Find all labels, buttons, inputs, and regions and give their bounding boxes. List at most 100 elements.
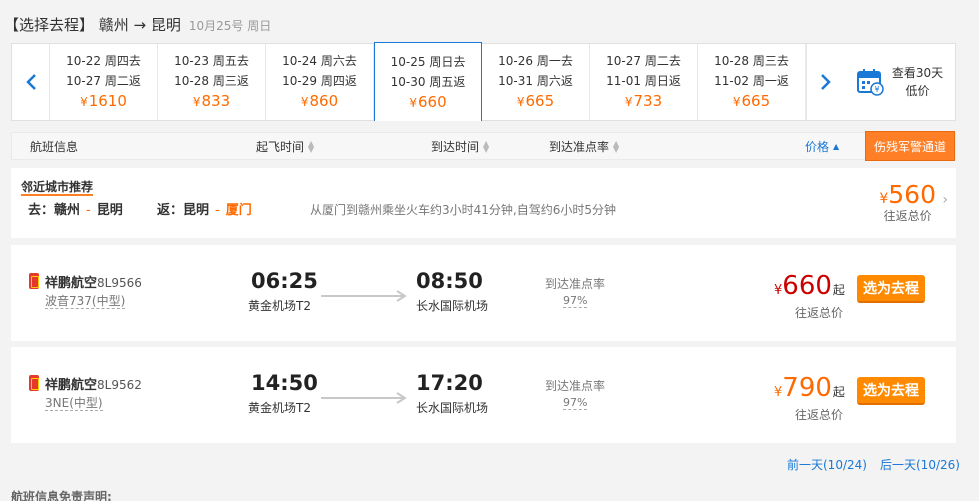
view-30-days-label: 查看30天 低价 bbox=[892, 64, 943, 100]
date-price: ¥860 bbox=[266, 91, 373, 112]
airline-logo-icon bbox=[29, 273, 39, 289]
flight-price: ¥660起 bbox=[774, 271, 845, 301]
airline-name: 祥鹏航空8L9566 bbox=[45, 272, 142, 291]
date-option[interactable]: 10-27 周二去 11-01 周日返 ¥733 bbox=[590, 44, 698, 120]
page-header: 【选择去程】 赣州 → 昆明 10月25号 周日 bbox=[4, 14, 271, 38]
date-price-value: 833 bbox=[201, 92, 231, 110]
recommend-route: 去：赣州 - 昆明 返：昆明 - 厦门 bbox=[28, 199, 252, 218]
go-from: 赣州 bbox=[54, 203, 81, 218]
price-from-label: 起 bbox=[832, 385, 845, 399]
date-price: ¥1610 bbox=[50, 91, 157, 112]
route-dash: - bbox=[86, 203, 91, 218]
date-price-value: 665 bbox=[741, 92, 771, 110]
flight-price-value: 660 bbox=[782, 271, 832, 301]
recommend-title: 邻近城市推荐 bbox=[21, 180, 94, 196]
recommend-note: 从厦门到赣州乘坐火车约3小时41分钟,自驾约6小时5分钟 bbox=[310, 203, 616, 217]
date-selector-bar: 10-22 周四去 10-27 周二返 ¥1610 10-23 周五去 10-2… bbox=[11, 42, 956, 121]
date-go: 10-27 周二去 bbox=[606, 54, 681, 68]
sort-arrive-label: 到达时间 bbox=[431, 139, 480, 154]
date-price-value: 1610 bbox=[88, 92, 127, 110]
date-go: 10-23 周五去 bbox=[174, 54, 249, 68]
ontime-value[interactable]: 97% bbox=[563, 396, 587, 410]
depart-time: 14:50 bbox=[251, 371, 318, 395]
date-back: 10-30 周五返 bbox=[390, 75, 466, 89]
date-go: 10-28 周三去 bbox=[714, 54, 789, 68]
date-back: 10-29 周四返 bbox=[282, 74, 357, 88]
date-option[interactable]: 10-24 周六去 10-29 周四返 ¥860 bbox=[266, 44, 374, 120]
date-price: ¥833 bbox=[158, 91, 265, 112]
date-option[interactable]: 10-26 周一去 10-31 周六返 ¥665 bbox=[482, 44, 590, 120]
select-outbound-button[interactable]: 选为去程 bbox=[857, 377, 925, 405]
next-day-link[interactable]: 后一天(10/26) bbox=[880, 456, 960, 473]
flight-code: 8L9562 bbox=[97, 378, 142, 392]
yen-symbol: ¥ bbox=[624, 95, 633, 109]
date-go: 10-24 周六去 bbox=[282, 54, 357, 68]
depart-airport: 黄金机场T2 bbox=[248, 401, 311, 415]
date-back: 10-31 周六返 bbox=[498, 74, 573, 88]
flight-price-sub: 往返总价 bbox=[795, 306, 844, 320]
ontime-label: 到达准点率 bbox=[545, 379, 606, 393]
date-prev-button[interactable] bbox=[12, 44, 50, 120]
nearby-city-recommend[interactable]: 邻近城市推荐 去：赣州 - 昆明 返：昆明 - 厦门 从厦门到赣州乘坐火车约3小时41分… bbox=[11, 168, 956, 238]
ontime-value[interactable]: 97% bbox=[563, 294, 587, 308]
sort-caret-icon: ▲ ▼ bbox=[483, 139, 490, 154]
date-price-value: 660 bbox=[418, 93, 447, 111]
depart-time: 06:25 bbox=[251, 269, 318, 293]
date-price-value: 860 bbox=[309, 92, 339, 110]
airline-logo-icon bbox=[29, 375, 39, 391]
recommend-price-value: 560 bbox=[888, 180, 936, 209]
flight-row: 祥鹏航空8L9562 3NE(中型) 14:50 黄金机场T2 17:20 长水… bbox=[11, 347, 956, 443]
calendar-icon: ¥ bbox=[856, 69, 884, 96]
sort-ontime-rate[interactable]: 到达准点率 ▲ ▼ bbox=[549, 138, 619, 155]
view-30-days-line1: 查看30天 bbox=[891, 66, 944, 80]
military-police-channel-button[interactable]: 伤残军警通道 bbox=[864, 131, 955, 161]
flight-row: 祥鹏航空8L9566 波音737(中型) 06:25 黄金机场T2 08:50 … bbox=[11, 245, 956, 341]
flight-price-sub: 往返总价 bbox=[795, 408, 844, 422]
airline-label: 祥鹏航空 bbox=[45, 276, 98, 291]
sort-caret-icon: ▲ ▼ bbox=[613, 139, 620, 154]
disclaimer-title: 航班信息免责声明: bbox=[11, 490, 112, 501]
yen-symbol: ¥ bbox=[516, 95, 525, 109]
date-option[interactable]: 10-28 周三去 11-02 周一返 ¥665 bbox=[698, 44, 806, 120]
selected-date: 10月25号 周日 bbox=[188, 19, 272, 33]
yen-symbol: ¥ bbox=[300, 95, 309, 109]
view-30-days-button[interactable]: ¥ 查看30天 低价 bbox=[844, 44, 955, 120]
flight-arrow-icon bbox=[321, 290, 407, 302]
yen-symbol: ¥ bbox=[409, 96, 417, 110]
date-go: 10-22 周四去 bbox=[66, 54, 141, 68]
yen-symbol: ¥ bbox=[192, 95, 201, 109]
yen-symbol: ¥ bbox=[879, 191, 889, 207]
date-price-value: 665 bbox=[525, 92, 555, 110]
date-option-selected[interactable]: 10-25 周日去 10-30 周五返 ¥660 bbox=[374, 42, 482, 121]
ontime-label: 到达准点率 bbox=[545, 277, 606, 291]
plane-type[interactable]: 3NE(中型) bbox=[45, 396, 103, 411]
flight-price: ¥790起 bbox=[774, 373, 845, 403]
sort-price[interactable]: 价格 ▲ bbox=[805, 138, 839, 155]
sort-depart-label: 起飞时间 bbox=[256, 139, 305, 154]
sort-depart-time[interactable]: 起飞时间 ▲ ▼ bbox=[256, 138, 314, 155]
date-option[interactable]: 10-22 周四去 10-27 周二返 ¥1610 bbox=[50, 44, 158, 120]
go-to: 昆明 bbox=[96, 203, 123, 218]
depart-airport: 黄金机场T2 bbox=[248, 299, 311, 313]
prev-day-link[interactable]: 前一天(10/24) bbox=[787, 456, 867, 473]
arrive-airport: 长水国际机场 bbox=[416, 401, 489, 415]
plane-type[interactable]: 波音737(中型) bbox=[45, 294, 126, 309]
sort-caret-icon: ▲ ▼ bbox=[308, 139, 315, 154]
date-option[interactable]: 10-23 周五去 10-28 周三返 ¥833 bbox=[158, 44, 266, 120]
page-title: 【选择去程】 赣州 → 昆明 bbox=[4, 16, 181, 34]
col-flight-info: 航班信息 bbox=[30, 139, 79, 154]
sort-caret-up-icon: ▲ bbox=[833, 142, 840, 151]
select-outbound-button[interactable]: 选为去程 bbox=[857, 275, 925, 303]
flight-arrow-icon bbox=[321, 392, 407, 404]
view-30-days-line2: 低价 bbox=[905, 84, 930, 98]
yen-symbol: ¥ bbox=[80, 95, 88, 109]
date-back: 11-01 周日返 bbox=[606, 74, 681, 88]
back-to: 厦门 bbox=[225, 203, 252, 218]
arrive-airport: 长水国际机场 bbox=[416, 299, 489, 313]
sort-arrive-time[interactable]: 到达时间 ▲ ▼ bbox=[431, 138, 489, 155]
date-next-button[interactable] bbox=[806, 44, 844, 120]
date-price: ¥665 bbox=[698, 91, 805, 112]
sort-ontime-label: 到达准点率 bbox=[549, 139, 610, 154]
date-back: 10-28 周三返 bbox=[174, 74, 249, 88]
date-back: 11-02 周一返 bbox=[714, 74, 789, 88]
